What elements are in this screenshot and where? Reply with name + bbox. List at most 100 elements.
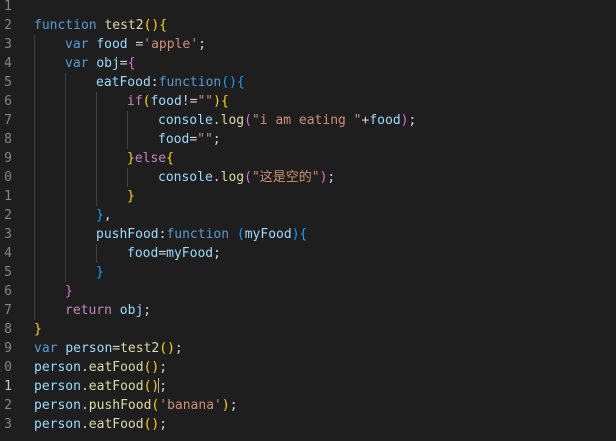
- code-token: eatFood: [88, 417, 144, 432]
- code-token: {: [159, 18, 168, 33]
- line-number: 8: [4, 132, 12, 147]
- indent-guide: [96, 92, 97, 111]
- line-number: 6: [4, 94, 12, 109]
- code-text: if(food!=""){: [127, 92, 229, 111]
- code-text: eatFood:function(){: [96, 73, 245, 92]
- line-number: 2: [4, 18, 12, 33]
- indent-guide: [34, 225, 35, 244]
- code-text: console.log("i am eating "+food);: [158, 111, 416, 130]
- line-number: 2: [4, 208, 12, 223]
- line-number: 5: [4, 75, 12, 90]
- code-token: pushFood: [88, 398, 152, 413]
- code-token: =: [112, 341, 121, 356]
- code-token: function: [34, 18, 97, 33]
- code-token: }: [96, 208, 104, 223]
- code-line[interactable]: 3 var food ='apple';: [0, 35, 616, 54]
- code-line[interactable]: 1: [0, 0, 616, 16]
- code-token: (): [159, 341, 175, 356]
- code-token: pushFood: [96, 227, 159, 242]
- code-line[interactable]: 2},: [0, 206, 616, 225]
- code-token: ): [291, 227, 300, 242]
- indent-guide: [96, 168, 97, 187]
- code-line[interactable]: 8}: [0, 320, 616, 339]
- code-token: ;: [229, 398, 238, 413]
- line-number: 7: [4, 303, 12, 318]
- code-token: }: [96, 265, 104, 280]
- code-line[interactable]: 3 pushFood:function (myFood){: [0, 225, 616, 244]
- code-token: person: [34, 360, 81, 375]
- code-token: {: [127, 56, 136, 71]
- code-line[interactable]: 1}: [0, 187, 616, 206]
- code-token: (): [143, 417, 160, 432]
- code-line[interactable]: 8 food="";: [0, 130, 616, 149]
- indent-guide: [96, 187, 97, 206]
- code-token: myFood: [166, 246, 214, 261]
- code-token: .: [212, 113, 221, 128]
- indent-guide: [34, 73, 35, 92]
- code-token: log: [220, 170, 245, 185]
- line-number: 3: [4, 37, 12, 52]
- line-number: 5: [4, 265, 12, 280]
- indent-guide: [34, 301, 35, 320]
- code-line[interactable]: 4 food=myFood;: [0, 244, 616, 263]
- code-token: .: [80, 360, 89, 375]
- code-token: var: [65, 37, 89, 52]
- code-text: food=myFood;: [127, 244, 221, 263]
- indent-guide: [65, 168, 66, 187]
- code-token: }: [65, 284, 73, 299]
- code-line[interactable]: 1 person.eatFood();: [0, 377, 616, 396]
- code-token: ;: [198, 37, 206, 52]
- code-line[interactable]: 9}else{: [0, 149, 616, 168]
- code-token: console: [158, 170, 213, 185]
- indent-guide: [65, 111, 66, 130]
- code-line[interactable]: 4 var obj={: [0, 54, 616, 73]
- code-line[interactable]: 2 function test2(){: [0, 16, 616, 35]
- code-token: eatFood: [88, 360, 144, 375]
- code-token: ;: [327, 170, 336, 185]
- indent-guide: [127, 130, 128, 149]
- code-line[interactable]: 2 person.pushFood('banana');: [0, 396, 616, 415]
- code-token: food: [158, 132, 190, 147]
- code-line[interactable]: 6 if(food!=""){: [0, 92, 616, 111]
- indent-guide: [96, 149, 97, 168]
- code-token: ;: [143, 303, 152, 318]
- code-line[interactable]: 7 return obj;: [0, 301, 616, 320]
- indent-guide: [96, 244, 97, 263]
- code-token: myFood: [244, 227, 292, 242]
- code-area[interactable]: 1 2 function test2(){3 var food ='apple'; 4 v…: [0, 0, 616, 434]
- code-text: }: [65, 282, 73, 301]
- code-token: {: [299, 227, 308, 242]
- code-line[interactable]: 3 person.eatFood();: [0, 415, 616, 434]
- line-number: 4: [4, 246, 12, 261]
- code-line[interactable]: 9 var person=test2();: [0, 339, 616, 358]
- code-line[interactable]: 0 console.log("这是空的");: [0, 168, 616, 187]
- indent-guide: [65, 92, 66, 111]
- code-token: 'apple': [143, 37, 199, 52]
- line-number: 9: [4, 341, 12, 356]
- code-line[interactable]: 7 console.log("i am eating "+food);: [0, 111, 616, 130]
- code-token: (): [143, 379, 160, 394]
- indent-guide: [34, 111, 35, 130]
- code-token: obj: [96, 56, 120, 71]
- code-token: ;: [212, 132, 221, 147]
- code-line[interactable]: 5 eatFood:function(){: [0, 73, 616, 92]
- indent-guide: [127, 111, 128, 130]
- code-token: =: [119, 56, 128, 71]
- code-token: return: [65, 303, 112, 318]
- code-text: person.eatFood();: [34, 358, 167, 377]
- code-token: "这是空的": [251, 170, 320, 185]
- code-line[interactable]: 0 person.eatFood();: [0, 358, 616, 377]
- code-text: var person=test2();: [34, 339, 183, 358]
- code-text: function test2(){: [34, 16, 167, 35]
- code-token: =: [158, 246, 167, 261]
- code-token: ): [213, 94, 221, 109]
- code-token: function: [158, 75, 222, 90]
- code-line[interactable]: 6}: [0, 282, 616, 301]
- code-token: {: [236, 75, 245, 90]
- line-number: 1: [4, 189, 12, 204]
- indent-guide: [96, 111, 97, 130]
- code-editor[interactable]: 1 2 function test2(){3 var food ='apple'; 4 v…: [0, 0, 616, 441]
- code-line[interactable]: 5}: [0, 263, 616, 282]
- line-number: 7: [4, 113, 12, 128]
- indent-guide: [65, 225, 66, 244]
